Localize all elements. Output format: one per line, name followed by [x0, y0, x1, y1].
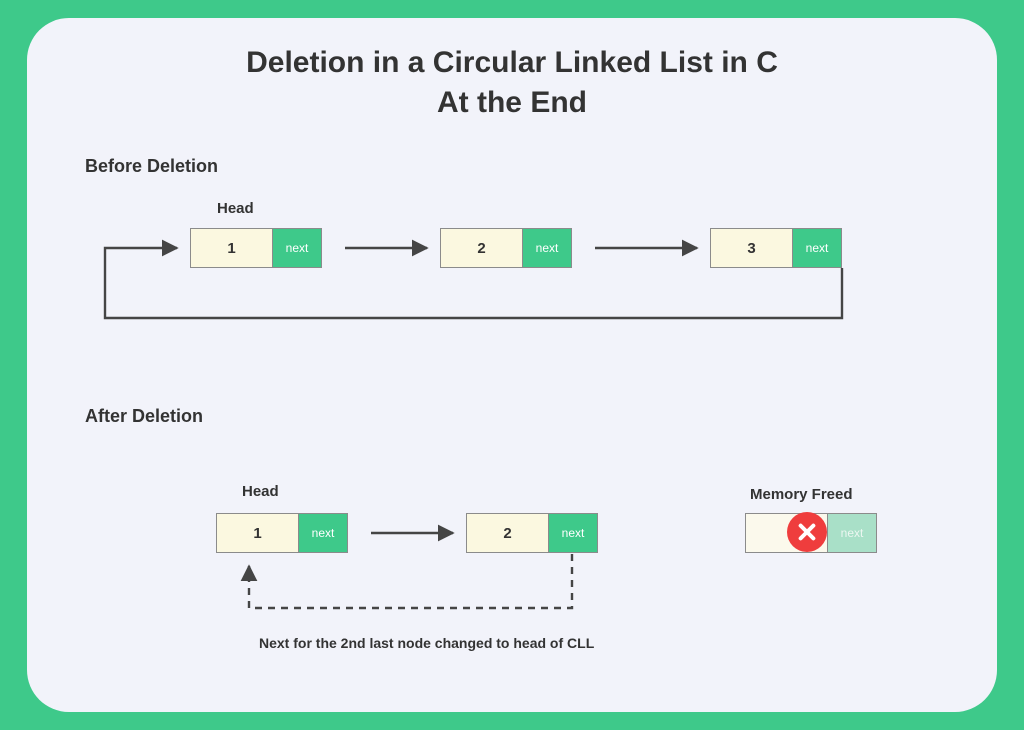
after-head-label: Head	[242, 483, 279, 500]
node-value: 3	[711, 229, 793, 267]
title-line1: Deletion in a Circular Linked List in C	[27, 46, 997, 80]
node-next-label: next	[793, 229, 841, 267]
node-value: 1	[217, 514, 299, 552]
before-node-2: 2 next	[440, 228, 572, 268]
deleted-icon	[787, 512, 827, 552]
after-node-2: 2 next	[466, 513, 598, 553]
node-value: 2	[441, 229, 523, 267]
before-node-1: 1 next	[190, 228, 322, 268]
memory-freed-label: Memory Freed	[750, 486, 853, 503]
title-line2: At the End	[27, 86, 997, 120]
node-next-label: next	[549, 514, 597, 552]
node-next-label: next	[273, 229, 321, 267]
node-value: 1	[191, 229, 273, 267]
before-node-3: 3 next	[710, 228, 842, 268]
node-value: 2	[467, 514, 549, 552]
section-before-label: Before Deletion	[85, 156, 218, 177]
node-next-label: next	[523, 229, 571, 267]
section-after-label: After Deletion	[85, 406, 203, 427]
diagram-canvas: Deletion in a Circular Linked List in C …	[27, 18, 997, 712]
before-head-label: Head	[217, 200, 254, 217]
after-node-1: 1 next	[216, 513, 348, 553]
node-next-label: next	[828, 514, 876, 552]
after-caption: Next for the 2nd last node changed to he…	[259, 635, 594, 651]
node-next-label: next	[299, 514, 347, 552]
arrows-layer	[27, 18, 997, 712]
